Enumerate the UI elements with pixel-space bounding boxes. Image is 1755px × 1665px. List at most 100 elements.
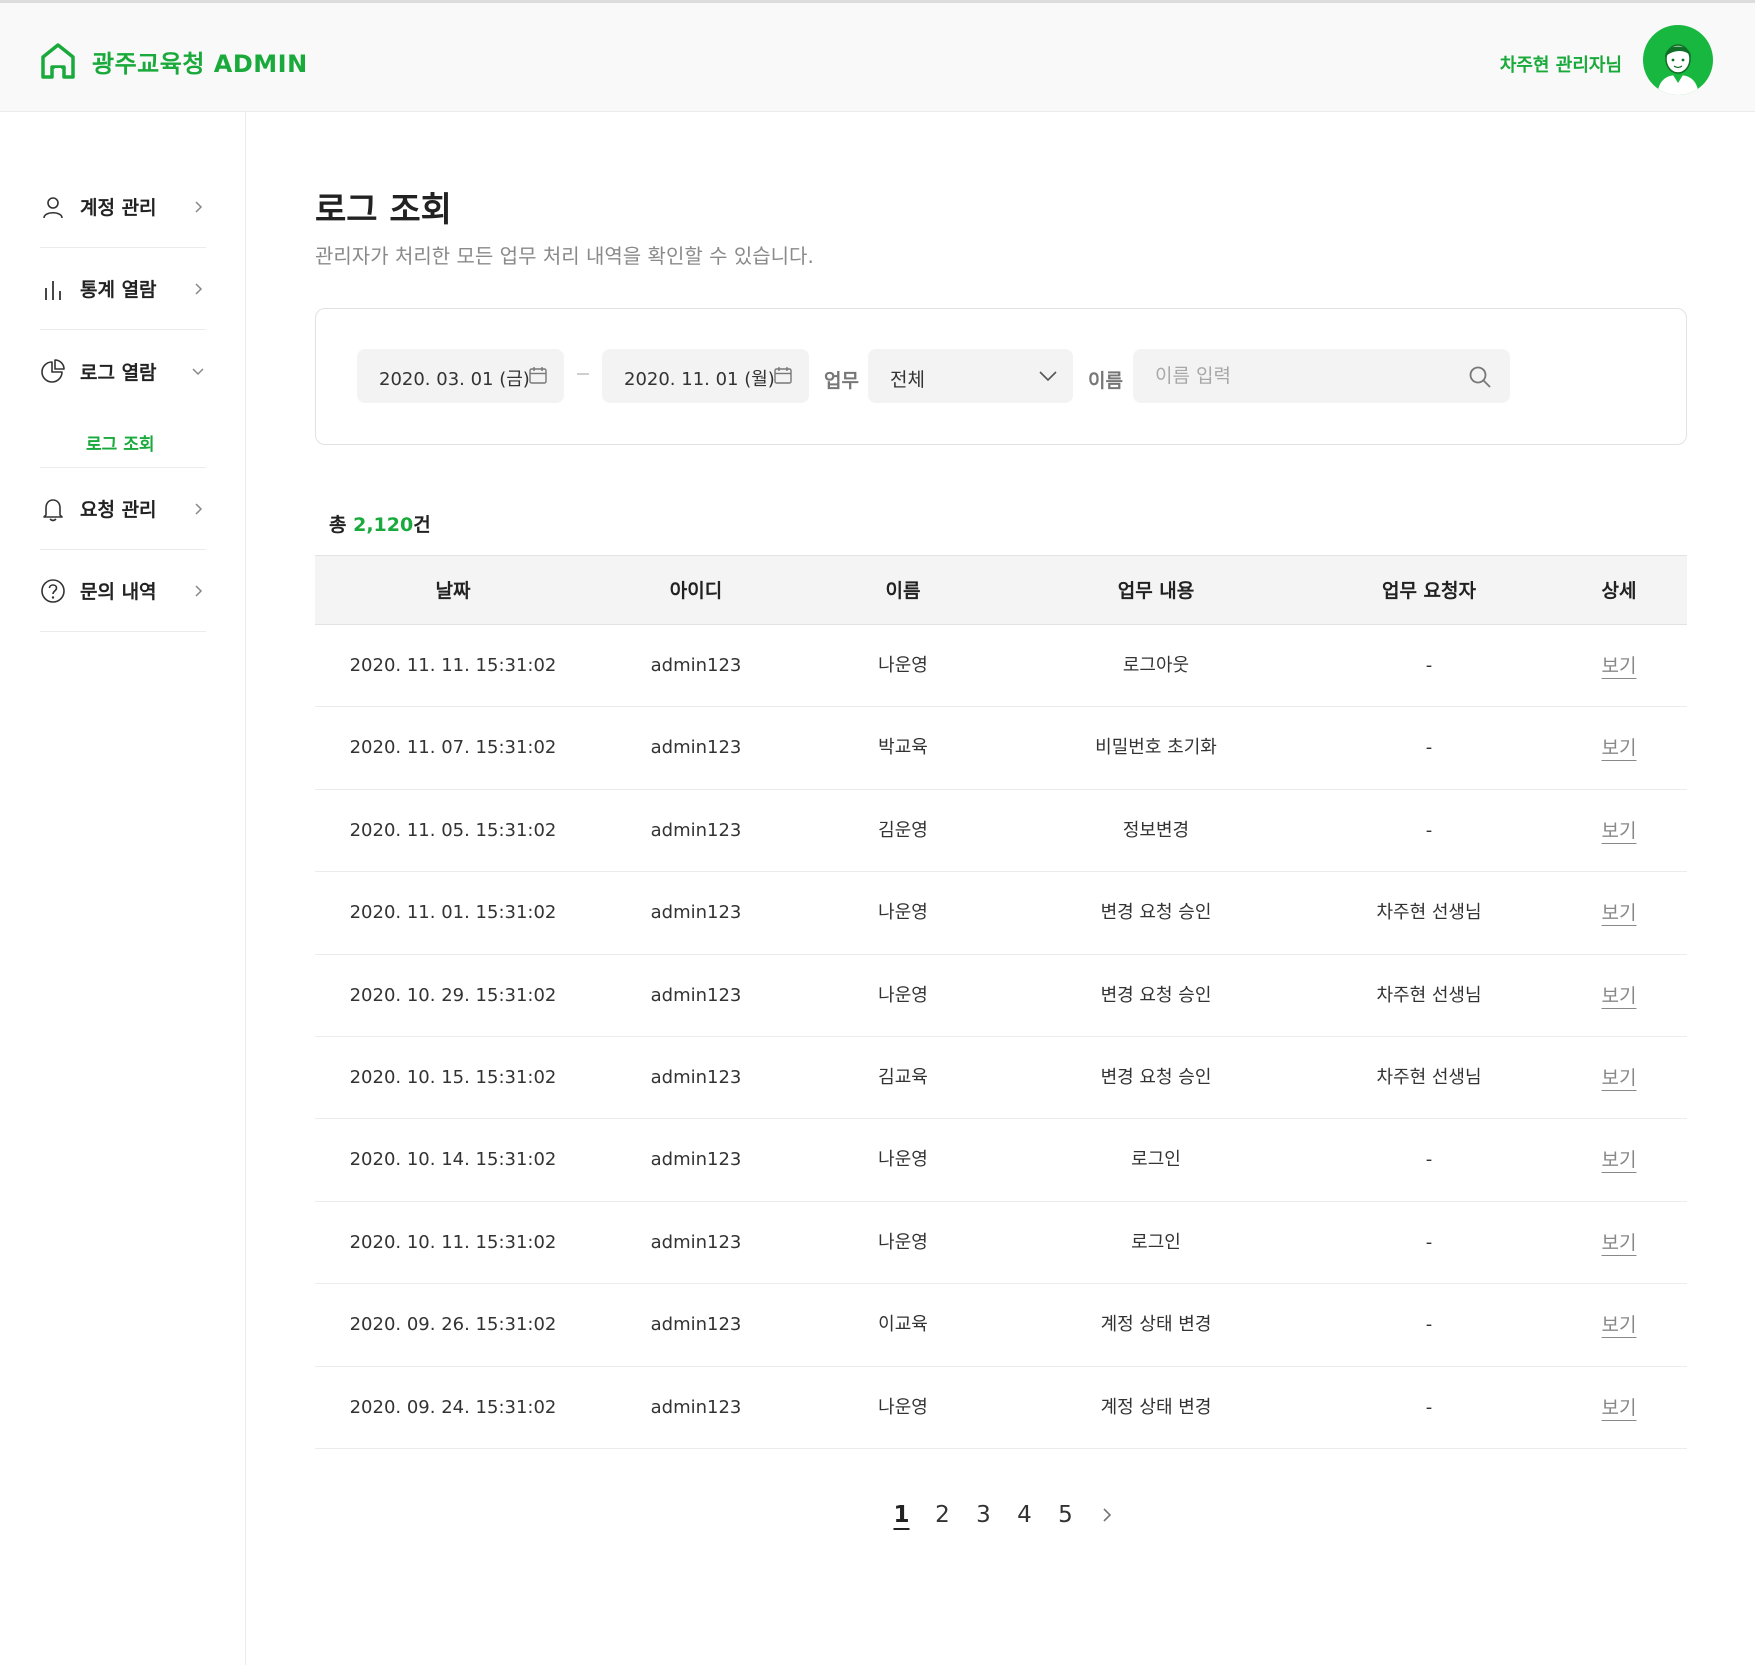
cell-detail: 보기 [1551, 955, 1687, 1037]
view-detail-link[interactable]: 보기 [1602, 1149, 1637, 1171]
page-button-3[interactable]: 3 [963, 1502, 1004, 1528]
cell-date: 2020. 11. 01. 15:31:02 [349, 902, 557, 924]
app-title: 광주교육청 ADMIN [92, 49, 308, 78]
total-suffix: 건 [413, 514, 431, 536]
cell-id: admin123 [650, 1231, 742, 1253]
page-button-4[interactable]: 4 [1004, 1502, 1045, 1528]
view-detail-link[interactable]: 보기 [1602, 902, 1637, 924]
cell-name: 나운영 [878, 1149, 928, 1171]
view-detail-link[interactable]: 보기 [1602, 655, 1637, 677]
cell-task: 변경 요청 승인 [1100, 902, 1212, 924]
question-icon [41, 578, 65, 603]
cell-detail: 보기 [1551, 1284, 1687, 1366]
cell-detail: 보기 [1551, 1202, 1687, 1284]
cell-task: 비밀번호 초기화 [1095, 737, 1217, 759]
cell-requester: - [1425, 819, 1433, 841]
view-detail-link[interactable]: 보기 [1602, 737, 1637, 759]
cell-name: 김운영 [878, 819, 928, 841]
sidebar-item-label: 계정 관리 [80, 197, 157, 219]
view-detail-link[interactable]: 보기 [1602, 1397, 1637, 1419]
sidebar-item-inquiries[interactable]: 문의 내역 [40, 550, 206, 632]
cell-id: admin123 [650, 1314, 742, 1336]
page-button-2[interactable]: 2 [922, 1502, 963, 1528]
sidebar: 계정 관리 통계 열람 로그 열람 로그 조회 요청 관리 문의 내역 [0, 112, 246, 1665]
bell-icon [43, 498, 63, 521]
table-row: 2020. 11. 11. 15:31:02 admin123 나운영 로그아웃… [315, 625, 1687, 708]
column-header-task: 업무 내용 [1117, 580, 1195, 602]
cell-task: 로그아웃 [1122, 655, 1190, 676]
column-header-date: 날짜 [435, 580, 471, 602]
cell-task: 로그인 [1131, 1231, 1181, 1253]
pie-chart-icon [41, 359, 65, 383]
view-detail-link[interactable]: 보기 [1602, 1232, 1637, 1254]
cell-task: 정보변경 [1122, 819, 1190, 841]
page-button-5[interactable]: 5 [1045, 1502, 1086, 1528]
sidebar-item-accounts[interactable]: 계정 관리 [40, 166, 206, 248]
chevron-right-icon [1102, 1508, 1111, 1522]
page-title: 로그 조회 [315, 190, 452, 230]
task-select[interactable]: 전체 [868, 349, 1073, 403]
view-detail-link[interactable]: 보기 [1602, 985, 1637, 1007]
sidebar-subitem-log-search[interactable]: 로그 조회 [40, 412, 206, 468]
home-icon [41, 43, 75, 79]
cell-id: admin123 [650, 655, 742, 676]
view-detail-link[interactable]: 보기 [1602, 820, 1637, 842]
chevron-right-icon [195, 282, 203, 295]
cell-name: 나운영 [878, 655, 928, 676]
chevron-down-icon [192, 368, 204, 376]
table-row: 2020. 11. 05. 15:31:02 admin123 김운영 정보변경… [315, 790, 1687, 873]
cell-requester: - [1425, 1396, 1433, 1418]
cell-name: 나운영 [878, 1231, 928, 1253]
cell-date: 2020. 10. 11. 15:31:02 [349, 1231, 557, 1253]
chevron-right-icon [195, 502, 203, 515]
sidebar-item-label: 문의 내역 [80, 581, 157, 603]
page-description: 관리자가 처리한 모든 업무 처리 내역을 확인할 수 있습니다. [315, 244, 814, 268]
cell-detail: 보기 [1551, 872, 1687, 954]
task-filter-label: 업무 [824, 370, 859, 392]
total-count-value: 2,120 [353, 514, 414, 536]
top-bar: 광주교육청 ADMIN 차주현 관리자님 [0, 0, 1755, 112]
cell-date: 2020. 09. 26. 15:31:02 [349, 1314, 557, 1336]
end-date-value: 2020. 11. 01 (월) [624, 369, 775, 390]
cell-requester: - [1425, 737, 1433, 759]
name-filter-label: 이름 [1088, 370, 1123, 392]
view-detail-link[interactable]: 보기 [1602, 1314, 1637, 1336]
sidebar-item-label: 요청 관리 [80, 499, 157, 521]
page-button-1[interactable]: 1 [881, 1502, 922, 1528]
cell-date: 2020. 09. 24. 15:31:02 [349, 1396, 557, 1418]
start-date-field[interactable]: 2020. 03. 01 (금) [357, 349, 564, 403]
column-header-name: 이름 [885, 580, 921, 602]
user-name[interactable]: 차주현 관리자님 [1500, 51, 1622, 77]
cell-requester: - [1425, 655, 1433, 676]
table-header: 날짜 아이디 이름 업무 내용 업무 요청자 상세 [315, 555, 1687, 625]
cell-requester: - [1425, 1231, 1433, 1253]
cell-detail: 보기 [1551, 1367, 1687, 1449]
cell-date: 2020. 10. 29. 15:31:02 [349, 984, 557, 1006]
sidebar-subitem-label: 로그 조회 [86, 435, 155, 455]
chevron-down-icon [1039, 371, 1057, 382]
search-icon[interactable] [1468, 365, 1492, 389]
sidebar-item-statistics[interactable]: 통계 열람 [40, 248, 206, 330]
cell-name: 이교육 [878, 1314, 928, 1336]
cell-detail: 보기 [1551, 790, 1687, 872]
next-page-button[interactable] [1086, 1504, 1127, 1526]
cell-task: 로그인 [1131, 1149, 1181, 1171]
avatar-illustration [1657, 44, 1699, 95]
sidebar-item-requests[interactable]: 요청 관리 [40, 468, 206, 550]
total-count: 총 2,120건 [329, 510, 431, 537]
chevron-right-icon [195, 200, 203, 213]
name-search-input[interactable] [1133, 349, 1510, 403]
cell-task: 계정 상태 변경 [1100, 1396, 1212, 1418]
filter-panel: 2020. 03. 01 (금) 2020. 11. 01 (월) 업무 전체 … [315, 308, 1687, 445]
column-header-id: 아이디 [669, 580, 723, 602]
sidebar-item-logs[interactable]: 로그 열람 [40, 330, 206, 412]
cell-task: 변경 요청 승인 [1100, 1066, 1212, 1088]
bar-chart-icon [45, 280, 61, 300]
cell-date: 2020. 10. 15. 15:31:02 [349, 1066, 557, 1088]
view-detail-link[interactable]: 보기 [1602, 1067, 1637, 1089]
logo[interactable]: 광주교육청 ADMIN [38, 41, 308, 81]
cell-detail: 보기 [1551, 1037, 1687, 1119]
avatar[interactable] [1643, 25, 1713, 95]
end-date-field[interactable]: 2020. 11. 01 (월) [602, 349, 809, 403]
user-icon [43, 196, 63, 218]
